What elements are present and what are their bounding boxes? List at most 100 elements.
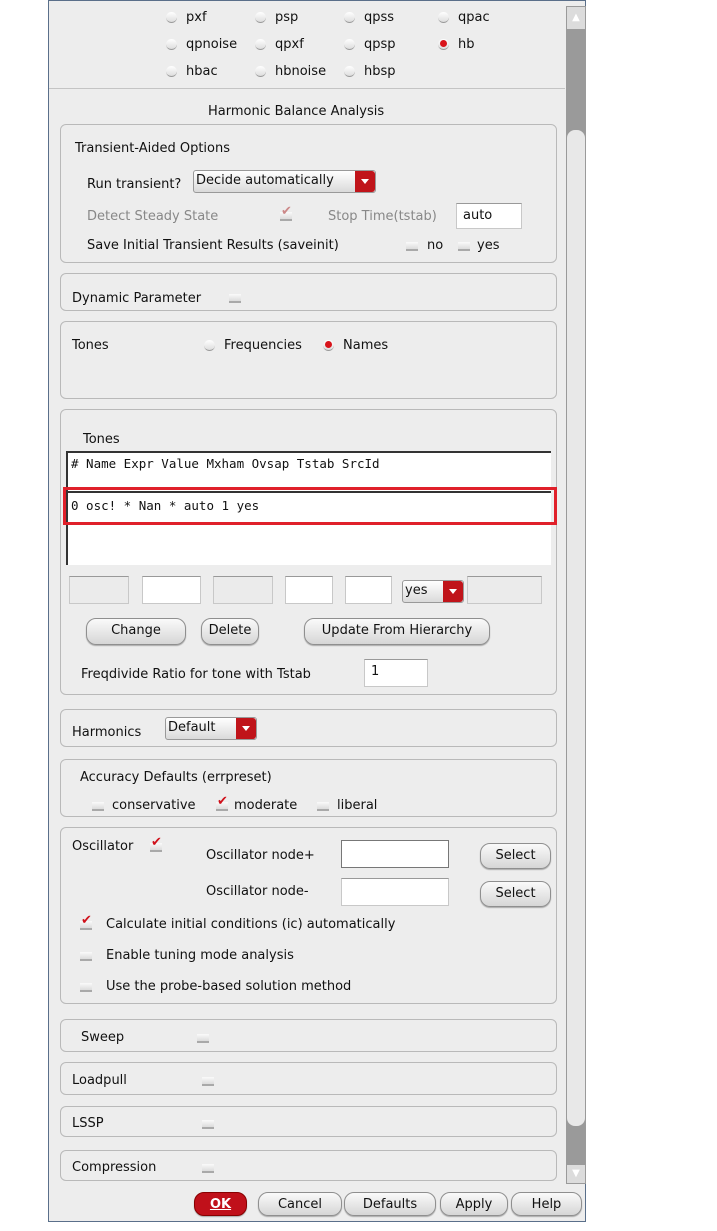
radio-label: Frequencies	[224, 338, 302, 353]
transient-title: Transient-Aided Options	[75, 141, 231, 156]
defaults-button[interactable]: Defaults	[344, 1192, 436, 1216]
ok-button[interactable]: OK	[194, 1192, 247, 1216]
scrollbar-thumb[interactable]	[567, 130, 585, 1126]
radio-label: qpxf	[275, 37, 304, 52]
node-plus-label: Oscillator node+	[206, 848, 315, 863]
loadpull-panel	[60, 1062, 557, 1095]
radio-label: hbnoise	[275, 64, 327, 79]
tones-mode-label: Tones	[72, 338, 109, 353]
sweep-checkbox[interactable]	[197, 1034, 209, 1043]
loadpull-checkbox[interactable]	[202, 1077, 214, 1086]
accuracy-title: Accuracy Defaults (errpreset)	[80, 770, 272, 785]
cancel-button[interactable]: Cancel	[258, 1192, 342, 1216]
dropdown-value: yes	[405, 583, 428, 598]
select-node-minus-button[interactable]: Select	[480, 881, 551, 907]
divider	[49, 88, 565, 89]
update-hierarchy-button[interactable]: Update From Hierarchy	[304, 618, 490, 645]
radio-qpac[interactable]	[438, 12, 449, 23]
freqdivide-input[interactable]: 1	[364, 659, 428, 687]
harmonics-dropdown[interactable]: Default	[165, 717, 257, 740]
radio-qpxf[interactable]	[255, 39, 266, 50]
freqdivide-label: Freqdivide Ratio for tone with Tstab	[81, 667, 311, 682]
radio-frequencies[interactable]	[204, 340, 215, 351]
section-title: Harmonic Balance Analysis	[208, 104, 385, 119]
radio-psp[interactable]	[255, 12, 266, 23]
radio-hb[interactable]	[438, 39, 449, 50]
node-minus-input[interactable]	[341, 878, 449, 906]
dynamic-checkbox[interactable]	[229, 294, 241, 303]
tones-title: Tones	[83, 432, 120, 447]
lssp-checkbox[interactable]	[202, 1120, 214, 1129]
sweep-panel	[60, 1019, 557, 1052]
tone-mxham-input[interactable]	[285, 576, 333, 604]
saveinit-yes-checkbox[interactable]	[458, 242, 470, 251]
oscillator-label: Oscillator	[72, 839, 134, 854]
liberal-checkbox[interactable]	[317, 802, 329, 811]
stop-time-label: Stop Time(tstab)	[328, 209, 437, 224]
radio-label: qpnoise	[186, 37, 238, 52]
tuning-label: Enable tuning mode analysis	[106, 948, 294, 963]
tone-tstab-dropdown[interactable]: yes	[402, 580, 464, 603]
tone-value-input[interactable]	[213, 576, 273, 604]
radio-hbsp[interactable]	[344, 66, 355, 77]
oscillator-checkbox[interactable]	[150, 835, 162, 852]
radio-pxf[interactable]	[166, 12, 177, 23]
tone-expr-input[interactable]	[142, 576, 201, 604]
dropdown-value: Default	[168, 720, 216, 735]
select-node-plus-button[interactable]: Select	[480, 843, 551, 869]
radio-label: qpsp	[364, 37, 396, 52]
radio-label: hb	[458, 37, 475, 52]
radio-label: psp	[275, 10, 299, 25]
calc-ic-label: Calculate initial conditions (ic) automa…	[106, 917, 396, 932]
radio-qpss[interactable]	[344, 12, 355, 23]
stop-time-input[interactable]: auto	[456, 203, 522, 229]
chevron-down-icon	[355, 171, 375, 192]
radio-label: hbac	[186, 64, 218, 79]
conservative-checkbox[interactable]	[92, 802, 104, 811]
moderate-label: moderate	[234, 798, 298, 813]
tone-name-input[interactable]	[69, 576, 129, 604]
run-transient-label: Run transient?	[87, 177, 182, 192]
apply-button[interactable]: Apply	[440, 1192, 508, 1216]
radio-label: qpss	[364, 10, 395, 25]
liberal-label: liberal	[337, 798, 378, 813]
radio-label: Names	[343, 338, 389, 353]
compression-checkbox[interactable]	[202, 1164, 214, 1173]
lssp-label: LSSP	[72, 1116, 104, 1131]
tone-ovsap-input[interactable]	[345, 576, 392, 604]
saveinit-yes-label: yes	[477, 238, 500, 253]
tone-srcid-input[interactable]	[467, 576, 542, 604]
moderate-checkbox[interactable]	[216, 794, 228, 811]
radio-hbac[interactable]	[166, 66, 177, 77]
scroll-up-icon[interactable]: ▲	[567, 7, 585, 29]
probe-checkbox[interactable]	[80, 983, 92, 992]
radio-label: pxf	[186, 10, 207, 25]
radio-hbnoise[interactable]	[255, 66, 266, 77]
lssp-panel	[60, 1106, 557, 1137]
change-button[interactable]: Change	[86, 618, 186, 645]
sweep-label: Sweep	[81, 1030, 125, 1045]
radio-names[interactable]	[323, 340, 334, 351]
saveinit-label: Save Initial Transient Results (saveinit…	[87, 238, 339, 253]
scroll-down-icon[interactable]: ▼	[567, 1165, 585, 1183]
saveinit-no-checkbox[interactable]	[406, 242, 418, 251]
tones-mode-panel	[60, 321, 557, 399]
delete-button[interactable]: Delete	[201, 618, 259, 645]
run-transient-dropdown[interactable]: Decide automatically	[193, 170, 376, 193]
detect-steady-checkbox[interactable]	[280, 204, 292, 221]
dynamic-label: Dynamic Parameter	[72, 291, 202, 306]
radio-qpsp[interactable]	[344, 39, 355, 50]
node-plus-input[interactable]	[341, 840, 449, 868]
tuning-checkbox[interactable]	[80, 952, 92, 961]
probe-label: Use the probe-based solution method	[106, 979, 352, 994]
highlight-box	[63, 487, 557, 525]
loadpull-label: Loadpull	[72, 1073, 127, 1088]
calc-ic-checkbox[interactable]	[80, 913, 92, 930]
chevron-down-icon	[443, 581, 463, 602]
radio-qpnoise[interactable]	[166, 39, 177, 50]
help-button[interactable]: Help	[511, 1192, 582, 1216]
harmonics-label: Harmonics	[72, 725, 142, 740]
detect-steady-label: Detect Steady State	[87, 209, 219, 224]
conservative-label: conservative	[112, 798, 196, 813]
radio-label: qpac	[458, 10, 490, 25]
